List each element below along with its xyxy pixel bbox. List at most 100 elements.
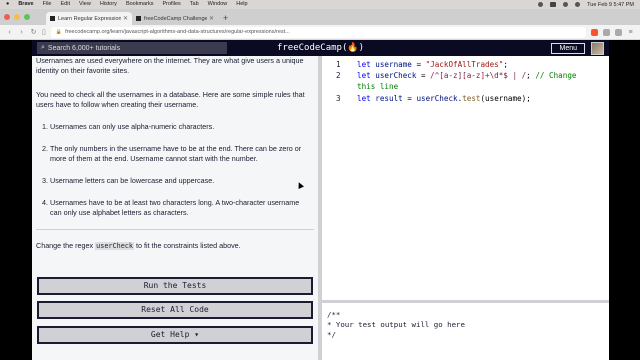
fcc-favicon-icon	[50, 16, 55, 21]
menu-file[interactable]: File	[43, 0, 52, 9]
code-token: this line	[357, 82, 399, 91]
search-icon: ⌕	[41, 44, 45, 51]
menu-button[interactable]: Menu	[551, 42, 585, 54]
close-tab-icon[interactable]: ✕	[123, 15, 128, 22]
back-icon[interactable]: ‹	[6, 29, 13, 36]
line-number: 2	[336, 71, 341, 80]
code-token: =	[411, 60, 426, 69]
menu-tab[interactable]: Tab	[190, 0, 199, 9]
rule-text: The only numbers in the username have to…	[50, 144, 302, 163]
battery-icon[interactable]	[550, 2, 557, 7]
code-token: let	[357, 71, 371, 80]
tab-challenge-guide[interactable]: freeCodeCamp Challenge Guide:... ✕	[132, 12, 218, 25]
code-text: this line	[357, 82, 398, 91]
status-area: Tue Feb 9 5:47 PM	[538, 2, 634, 8]
code-text: let userCheck = /^[a-z][a-z]+\d*$ | /; /…	[357, 71, 576, 80]
get-help-button[interactable]: Get Help ▾	[37, 326, 313, 344]
reset-code-button[interactable]: Reset All Code	[37, 301, 313, 319]
extensions-menu-icon[interactable]	[615, 28, 622, 36]
menu-view[interactable]: View	[79, 0, 91, 9]
fcc-favicon-icon	[136, 16, 141, 21]
record-icon[interactable]	[538, 2, 544, 7]
address-toolbar: ‹ › ↻ ▯ 🔒 freecodecamp.org/learn/javascr…	[0, 25, 640, 40]
macos-menu-bar: ● Brave File Edit View History Bookmarks…	[0, 0, 640, 9]
divider	[36, 229, 314, 230]
browser-menu-icon[interactable]: ≡	[627, 29, 634, 36]
menu-help[interactable]: Help	[236, 0, 247, 9]
fcc-navbar: ⌕ Search 6,000+ tutorials freeCodeCamp(🔥…	[32, 40, 609, 56]
console-line: /**	[327, 310, 341, 319]
search-input[interactable]: ⌕ Search 6,000+ tutorials	[37, 42, 227, 54]
close-window-icon[interactable]	[4, 14, 10, 20]
browser-tab-strip: Learn Regular Expressions: Re... ✕ freeC…	[0, 9, 640, 25]
list-number: 1.	[42, 122, 48, 131]
code-text: let username = "JackOfAllTrades";	[357, 60, 508, 69]
code-token: (username);	[480, 94, 531, 103]
list-item: 2. The only numbers in the username have…	[42, 144, 310, 164]
instruction-text: Change the regex	[36, 241, 96, 250]
minimize-window-icon[interactable]	[14, 14, 20, 20]
reload-icon[interactable]: ↻	[30, 28, 37, 36]
list-item: 4. Usernames have to be at least two cha…	[42, 198, 310, 218]
wifi-icon[interactable]	[563, 2, 569, 7]
instruction-paragraph: Change the regex userCheck to fit the co…	[36, 241, 241, 251]
brave-shields-icon[interactable]	[591, 28, 598, 36]
description-paragraph: Usernames are used everywhere on the int…	[36, 56, 304, 75]
code-token: ;	[503, 60, 508, 69]
tab-learn-regex[interactable]: Learn Regular Expressions: Re... ✕	[46, 12, 132, 25]
code-token: let	[357, 60, 371, 69]
code-token: =	[402, 94, 417, 103]
test-output-console: /** * Your test output will go here */	[322, 303, 609, 360]
forward-icon[interactable]: ›	[18, 29, 25, 36]
fullscreen-window-icon[interactable]	[24, 14, 30, 20]
list-item: 1. Usernames can only use alpha-numeric …	[42, 122, 310, 132]
menu-edit[interactable]: Edit	[61, 0, 70, 9]
code-text: let result = userCheck.test(username);	[357, 94, 531, 103]
list-number: 2.	[42, 144, 48, 153]
run-tests-button[interactable]: Run the Tests	[37, 277, 313, 295]
list-item: 3. Username letters can be lowercase and…	[42, 176, 310, 186]
code-token: test	[462, 94, 481, 103]
code-token: ;	[526, 71, 536, 80]
rule-text: Usernames have to be at least two charac…	[50, 198, 300, 217]
description-paragraph: You need to check all the usernames in a…	[36, 90, 305, 109]
code-token: result	[370, 94, 403, 103]
inline-code: userCheck	[95, 242, 134, 250]
list-number: 4.	[42, 198, 48, 207]
code-token: "JackOfAllTrades"	[425, 60, 504, 69]
console-line: * Your test output will go here	[327, 320, 465, 329]
code-token: userCheck	[370, 71, 417, 80]
rule-text: Username letters can be lowercase and up…	[50, 176, 215, 185]
rule-text: Usernames can only use alpha-numeric cha…	[50, 122, 215, 131]
url-field[interactable]: 🔒 freecodecamp.org/learn/javascript-algo…	[50, 26, 586, 38]
search-icon[interactable]	[575, 2, 581, 7]
lock-icon: 🔒	[55, 29, 63, 35]
avatar[interactable]	[591, 41, 604, 55]
close-tab-icon[interactable]: ✕	[209, 15, 214, 22]
code-editor[interactable]: 1 let username = "JackOfAllTrades"; 2 le…	[322, 56, 609, 300]
menu-history[interactable]: History	[100, 0, 117, 9]
clock[interactable]: Tue Feb 9 5:47 PM	[587, 2, 634, 8]
code-token: userCheck	[416, 94, 458, 103]
url-text: freecodecamp.org/learn/javascript-algori…	[65, 29, 290, 35]
line-number: 1	[336, 60, 341, 69]
search-placeholder: Search 6,000+ tutorials	[47, 44, 121, 52]
list-number: 3.	[42, 176, 48, 185]
tab-label: freeCodeCamp Challenge Guide:...	[144, 15, 207, 22]
new-tab-icon[interactable]: +	[218, 12, 233, 25]
code-token: username	[370, 60, 412, 69]
tab-label: Learn Regular Expressions: Re...	[58, 15, 121, 22]
instruction-text: to fit the constraints listed above.	[133, 241, 241, 250]
menu-profiles[interactable]: Profiles	[162, 0, 180, 9]
window-controls	[4, 9, 30, 25]
code-token: let	[357, 94, 371, 103]
menu-brave[interactable]: Brave	[18, 0, 33, 9]
bookmark-icon[interactable]: ▯	[42, 28, 46, 36]
code-token: /^[a-z][a-z]+\d*$ | /	[430, 71, 527, 80]
line-number: 3	[336, 94, 341, 103]
apple-icon[interactable]: ●	[6, 0, 9, 9]
menu-window[interactable]: Window	[208, 0, 228, 9]
challenge-description-pane[interactable]: Usernames are used everywhere on the int…	[32, 56, 318, 360]
menu-bookmarks[interactable]: Bookmarks	[126, 0, 154, 9]
extension-icon[interactable]	[603, 28, 610, 36]
